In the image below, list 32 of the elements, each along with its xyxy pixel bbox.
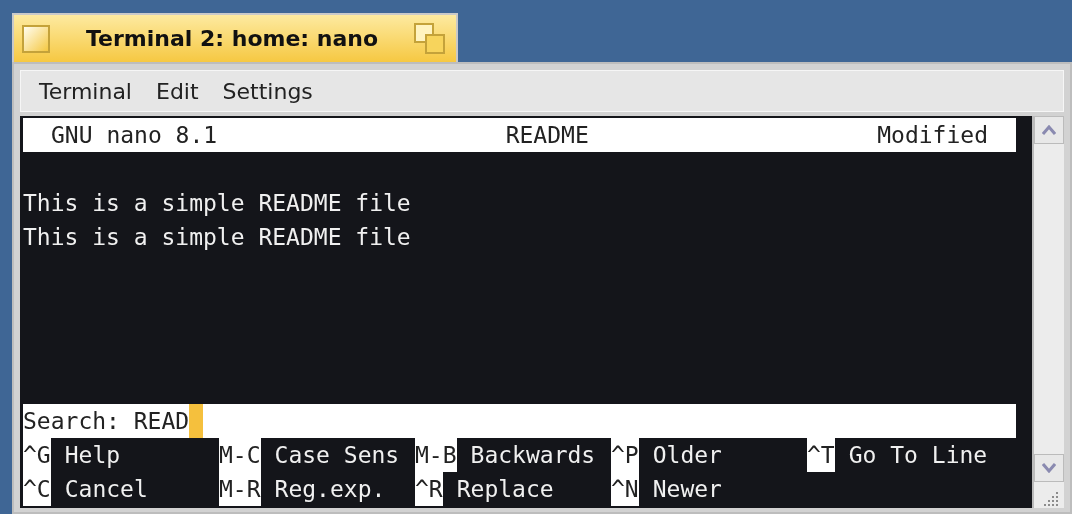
shortcut-label: Cancel	[63, 475, 148, 504]
shortcut-key: ^P	[611, 438, 639, 472]
modified-status: Modified	[877, 121, 988, 150]
text-cursor	[189, 404, 204, 438]
shortcut-label: Backwards	[469, 441, 596, 470]
shortcut-key: ^T	[807, 438, 835, 472]
shortcut-label: Go To Line	[847, 441, 988, 470]
shortcut-key: ^N	[611, 472, 639, 506]
shortcut-key: ^G	[23, 438, 51, 472]
menu-item[interactable]: Edit	[146, 78, 209, 104]
scrollbar[interactable]	[1032, 116, 1064, 508]
shortcut-label: Reg.exp.	[273, 475, 386, 504]
window-menu-icon[interactable]	[22, 24, 50, 53]
menu-item[interactable]: Settings	[212, 78, 323, 104]
text-line: This is a simple README file	[23, 223, 411, 252]
shortcut-label: Help	[63, 441, 121, 470]
window-title: Terminal 2: home: nano	[84, 26, 380, 51]
shortcut-key: ^R	[415, 472, 443, 506]
shortcut-label: Replace	[455, 475, 554, 504]
shortcut-key: M-R	[219, 472, 261, 506]
file-name: README	[505, 121, 589, 150]
shortcut-label: Case Sens	[273, 441, 400, 470]
shortcut-key: ^C	[23, 472, 51, 506]
menu-item[interactable]: Terminal	[29, 78, 142, 104]
shortcut-key: M-C	[219, 438, 261, 472]
zoom-icon[interactable]	[414, 22, 446, 55]
search-field[interactable]: Search: READ	[23, 404, 1016, 438]
shortcut-key: M-B	[415, 438, 457, 472]
shortcut-label: Older	[651, 441, 722, 470]
shortcut-label: Newer	[651, 475, 722, 504]
version-label: GNU nano 8.1	[51, 121, 218, 150]
text-line: This is a simple README file	[23, 189, 411, 218]
